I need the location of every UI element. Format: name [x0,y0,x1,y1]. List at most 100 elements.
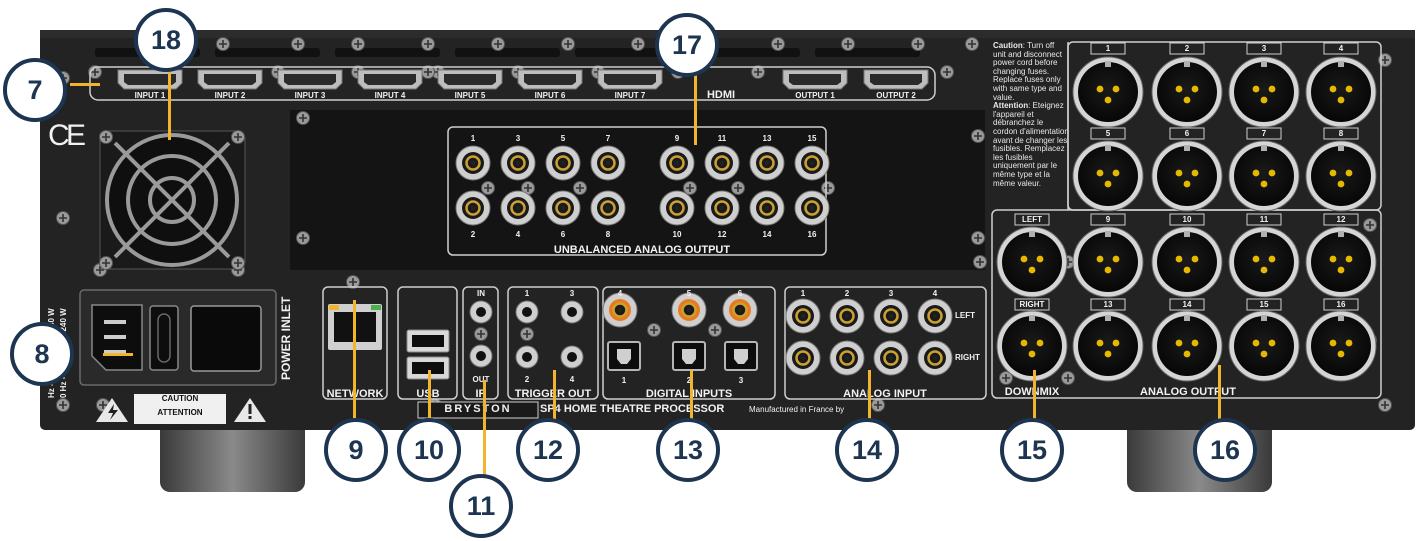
vent-slot [815,48,920,57]
rca-jack-pin [844,313,850,319]
callout-leader-line [483,380,486,480]
callout-number-14: 14 [835,418,899,482]
xlr-pin [1337,96,1345,104]
trigger-jack-hole [567,352,577,362]
unbalanced-bottom-number: 8 [605,230,611,239]
callout-number-7: 7 [3,58,67,122]
digital-number: 4 [617,289,623,298]
xlr-face [1234,146,1294,206]
attention-plate-label: ATTENTION [157,408,203,417]
unbalanced-bottom-number: 6 [560,230,566,239]
xlr-pin [1112,339,1120,347]
analog-input-number: 4 [932,289,938,298]
xlr-number-label: 13 [1103,299,1113,309]
rear-panel-diagram: INPUT 1 INPUT 2 INPUT 3 INPUT 4 INPUT 5 INPUT… [0,0,1419,541]
ethernet-led-amber [329,305,339,310]
rca-jack-pin [515,160,521,166]
xlr-pin [1096,339,1104,347]
unbalanced-top-number: 5 [560,134,566,143]
xlr-pin [1260,180,1268,188]
rca-jack-pin [719,160,725,166]
hdmi-port-socket [604,74,656,85]
xlr-pin [1104,96,1112,104]
xlr-pin [1104,180,1112,188]
xlr-number-label: 12 [1336,214,1346,224]
rca-jack-pin [515,205,521,211]
xlr-number-label: 11 [1259,214,1269,224]
xlr-pin [1020,339,1028,347]
xlr-pin [1112,85,1120,93]
unbalanced-bottom-number: 4 [515,230,521,239]
xlr-latch [1184,315,1190,321]
hdmi-output-label: OUTPUT 1 [795,91,835,100]
xlr-pin [1252,85,1260,93]
iec-pin [104,320,126,324]
unbalanced-top-number: 7 [605,134,611,143]
xlr-number-label: 5 [1105,128,1111,138]
xlr-face [1002,316,1062,376]
rca-jack-pin [932,355,938,361]
hdmi-port-socket [284,74,336,85]
callout-number-10: 10 [397,418,461,482]
hdmi-group-label: HDMI [706,89,736,101]
trigger-jack-hole [567,307,577,317]
rca-jack-pin [605,205,611,211]
xlr-number-label: 3 [1261,43,1267,53]
xlr-pin [1191,339,1199,347]
ethernet-led-green [371,305,381,310]
trigger-number: 4 [569,375,575,384]
hdmi-input-label: INPUT 2 [214,91,246,100]
xlr-face [1078,62,1138,122]
xlr-pin [1329,85,1337,93]
xlr-pin [1329,255,1337,263]
xlr-latch [1338,315,1344,321]
callout-leader-line [103,353,133,356]
unbalanced-title: UNBALANCED ANALOG OUTPUT [553,244,731,256]
analog-input-title: ANALOG INPUT [843,388,927,400]
xlr-pin [1345,339,1353,347]
xlr-latch [1338,145,1344,151]
xlr-pin [1252,255,1260,263]
xlr-latch [1029,231,1035,237]
callout-leader-line [168,60,171,140]
xlr-pin [1329,169,1337,177]
xlr-number-label: 6 [1184,128,1190,138]
xlr-number-label: 15 [1259,299,1269,309]
trigger-jack-hole [522,307,532,317]
caution-plate-label: CAUTION [161,394,199,403]
xlr-face [1078,316,1138,376]
hdmi-input-label: INPUT 5 [454,91,486,100]
xlr-latch [1261,231,1267,237]
xlr-number-label: 9 [1105,214,1111,224]
hdmi-input-label: INPUT 6 [534,91,566,100]
hdmi-input-label: INPUT 4 [374,91,406,100]
hdmi-output-label: OUTPUT 2 [876,91,916,100]
rca-jack-pin [605,160,611,166]
unbalanced-bottom-number: 12 [717,230,727,239]
xlr-pin [1175,85,1183,93]
rca-jack-pin [719,205,725,211]
callout-number-11: 11 [449,474,513,538]
digital-number: 6 [737,289,743,298]
power-switch-icon [190,305,262,372]
digital-title: DIGITAL INPUTS [645,388,733,400]
trigger-jack-hole [522,352,532,362]
xlr-pin [1183,266,1191,274]
xlr-pin [1268,85,1276,93]
hdmi-input-label: INPUT 3 [294,91,326,100]
xlr-latch [1105,61,1111,67]
unbalanced-top-number: 1 [470,134,476,143]
analog-input-number: 2 [844,289,850,298]
xlr-latch [1184,145,1190,151]
xlr-number-label: LEFT [1022,214,1042,224]
ir-in-label: IN [477,289,485,298]
unbalanced-bottom-number: 14 [762,230,772,239]
exclamation-dot [248,416,252,419]
xlr-latch [1261,61,1267,67]
exclamation-mark [248,404,252,414]
unbalanced-bottom-number: 2 [470,230,476,239]
unbalanced-top-number: 15 [807,134,817,143]
xlr-face [1311,62,1371,122]
vent-slot [215,48,320,57]
rca-jack-pin [674,205,680,211]
